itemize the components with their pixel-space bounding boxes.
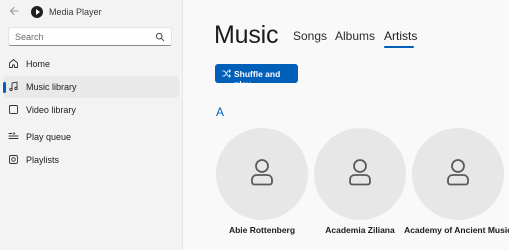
active-indicator	[3, 82, 6, 93]
sidebar-item-play-queue[interactable]: Play queue	[3, 126, 179, 148]
app-logo-icon	[31, 6, 43, 18]
queue-icon	[8, 132, 19, 139]
search-placeholder: Search	[15, 32, 44, 42]
sidebar-item-label: Music library	[26, 82, 77, 92]
sidebar-item-label: Play queue	[26, 132, 72, 142]
sidebar: Media Player Search Home Music library V…	[0, 0, 183, 250]
home-icon	[9, 59, 18, 68]
music-note-icon	[9, 81, 18, 92]
sidebar-item-label: Playlists	[26, 155, 60, 165]
tab-songs[interactable]: Songs	[293, 29, 327, 43]
search-icon[interactable]	[155, 32, 165, 42]
artist-card[interactable]: Academy of Ancient Music	[404, 128, 509, 250]
back-arrow-icon[interactable]	[7, 5, 21, 19]
person-icon	[251, 159, 273, 186]
sidebar-item-label: Home	[26, 59, 51, 69]
sidebar-item-playlists[interactable]: Playlists	[3, 149, 179, 171]
artist-card[interactable]: Abie Rottenberg	[216, 128, 308, 250]
person-icon	[349, 159, 371, 186]
sidebar-item-music-library[interactable]: Music library	[3, 76, 179, 98]
artist-name[interactable]: Academy of Ancient Music	[402, 225, 509, 236]
shuffle-and-play-button[interactable]: Shuffle and play	[215, 64, 298, 89]
section-letter[interactable]: A	[216, 105, 224, 119]
shuffle-icon	[222, 69, 231, 78]
shuffle-label: Shuffle and play	[234, 69, 281, 89]
sidebar-item-video-library[interactable]: Video library	[3, 99, 179, 121]
sidebar-item-home[interactable]: Home	[3, 53, 179, 75]
person-icon	[447, 159, 469, 186]
app-title: Media Player	[49, 7, 102, 17]
artist-name[interactable]: Academia Ziliana	[304, 225, 416, 236]
search-input[interactable]: Search	[8, 27, 172, 46]
title-bar: Media Player	[0, 0, 183, 26]
playlist-icon	[9, 155, 18, 164]
video-icon	[9, 105, 18, 114]
artist-name[interactable]: Abie Rottenberg	[206, 225, 318, 236]
page-title: Music	[214, 21, 279, 49]
tab-albums[interactable]: Albums	[335, 29, 375, 43]
artist-avatar[interactable]	[412, 128, 504, 220]
artist-avatar[interactable]	[216, 128, 308, 220]
main-content: Music Songs Albums Artists Shuffle and p…	[184, 0, 509, 250]
tab-active-underline	[384, 46, 414, 48]
artist-avatar[interactable]	[314, 128, 406, 220]
tab-artists[interactable]: Artists	[384, 29, 417, 43]
artist-card[interactable]: Academia Ziliana	[314, 128, 406, 250]
sidebar-item-label: Video library	[26, 105, 76, 115]
